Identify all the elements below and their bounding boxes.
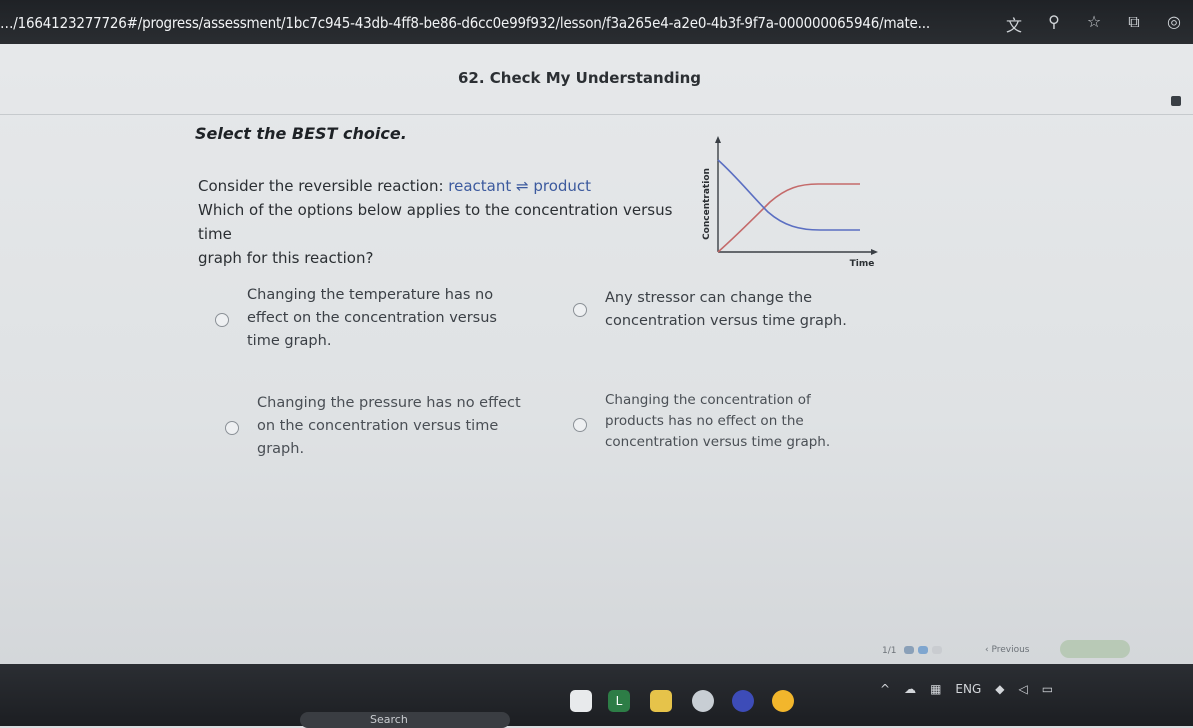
option-line: on the concentration versus time	[257, 418, 499, 434]
question-text: Consider the reversible reaction: reacta…	[198, 174, 688, 270]
option-line: concentration versus time graph.	[605, 313, 847, 329]
option-line: Changing the concentration of	[605, 392, 811, 408]
extensions-icon[interactable]: ⧉	[1125, 12, 1143, 36]
chevron-up-icon[interactable]: ^	[880, 682, 890, 696]
reactant-curve	[717, 159, 860, 231]
radio-button[interactable]	[215, 313, 229, 327]
question-prefix: Consider the reversible reaction:	[198, 177, 444, 195]
app-icon[interactable]	[732, 690, 754, 712]
question-line-1: Consider the reversible reaction: reacta…	[198, 174, 688, 198]
previous-button[interactable]: ‹ Previous	[985, 645, 1030, 655]
option-text: Any stressor can change the concentratio…	[605, 287, 847, 333]
battery-icon[interactable]: ▭	[1042, 682, 1053, 696]
onedrive-icon[interactable]: ☁	[904, 682, 916, 696]
reaction-equation: reactant ⇌ product	[448, 177, 592, 195]
option-line: effect on the concentration versus	[247, 310, 497, 326]
system-tray: ^ ☁ ▦ ENG ◆ ◁ ▭	[880, 682, 1053, 696]
progress-dot[interactable]	[904, 646, 914, 654]
browser-icon[interactable]	[772, 690, 794, 712]
zoom-icon[interactable]: ⚲	[1045, 12, 1063, 36]
profile-icon[interactable]: ◎	[1165, 12, 1183, 36]
app-l-icon[interactable]: L	[608, 690, 630, 712]
option-text: Changing the concentration of products h…	[605, 390, 830, 453]
answer-option-3[interactable]: Changing the pressure has no effect on t…	[225, 392, 545, 461]
collapse-button[interactable]	[1171, 96, 1181, 106]
url-text[interactable]: …/1664123277726#/progress/assessment/1bc…	[0, 14, 1040, 32]
x-axis-label: Time	[850, 259, 875, 269]
y-axis-arrow	[715, 136, 721, 143]
option-line: products has no effect on the	[605, 413, 804, 429]
answer-option-1[interactable]: Changing the temperature has no effect o…	[215, 284, 535, 353]
option-line: graph.	[257, 441, 305, 457]
radio-button[interactable]	[573, 303, 587, 317]
lesson-navigation: 1/1 ‹ Previous	[860, 640, 1193, 664]
wifi-icon[interactable]: ◆	[995, 682, 1004, 696]
bookmark-star-icon[interactable]: ☆	[1085, 12, 1103, 36]
file-explorer-icon[interactable]	[570, 690, 592, 712]
browser-toolbar-icons: 文 ⚲ ☆ ⧉ ◎	[1005, 12, 1183, 36]
concentration-time-graph: Concentration Time	[702, 136, 878, 269]
next-button[interactable]	[1060, 640, 1130, 658]
option-line: Changing the temperature has no	[247, 287, 494, 303]
option-line: concentration versus time graph.	[605, 434, 831, 450]
option-line: Any stressor can change the	[605, 290, 813, 306]
progress-dot[interactable]	[918, 646, 928, 654]
language-indicator[interactable]: ENG	[955, 682, 981, 696]
x-axis-arrow	[871, 249, 878, 255]
browser-address-bar[interactable]: …/1664123277726#/progress/assessment/1bc…	[0, 0, 1193, 44]
option-line: time graph.	[247, 333, 332, 349]
radio-button[interactable]	[573, 418, 587, 432]
folder-icon[interactable]	[650, 690, 672, 712]
volume-icon[interactable]: ◁	[1019, 682, 1028, 696]
app-icon[interactable]	[692, 690, 714, 712]
page-counter: 1/1	[882, 646, 897, 656]
translate-icon[interactable]: 文	[1005, 12, 1023, 36]
option-text: Changing the temperature has no effect o…	[247, 284, 497, 353]
product-curve	[717, 183, 860, 253]
instruction-text: Select the BEST choice.	[195, 124, 407, 143]
option-line: Changing the pressure has no effect	[257, 395, 521, 411]
progress-dot[interactable]	[932, 646, 942, 654]
question-line-2: Which of the options below applies to th…	[198, 201, 673, 243]
radio-button[interactable]	[225, 421, 239, 435]
os-taskbar: Search L ^ ☁ ▦ ENG ◆ ◁ ▭	[0, 664, 1193, 728]
lesson-header: 62. Check My Understanding	[0, 44, 1193, 115]
lesson-page: 62. Check My Understanding Select the BE…	[0, 44, 1193, 664]
option-text: Changing the pressure has no effect on t…	[257, 392, 521, 461]
answer-option-4[interactable]: Changing the concentration of products h…	[573, 390, 873, 453]
keyboard-icon[interactable]: ▦	[930, 682, 941, 696]
lesson-title: 62. Check My Understanding	[458, 69, 702, 87]
y-axis-label: Concentration	[702, 168, 712, 240]
question-line-3: graph for this reaction?	[198, 249, 374, 267]
answer-option-2[interactable]: Any stressor can change the concentratio…	[573, 287, 873, 333]
